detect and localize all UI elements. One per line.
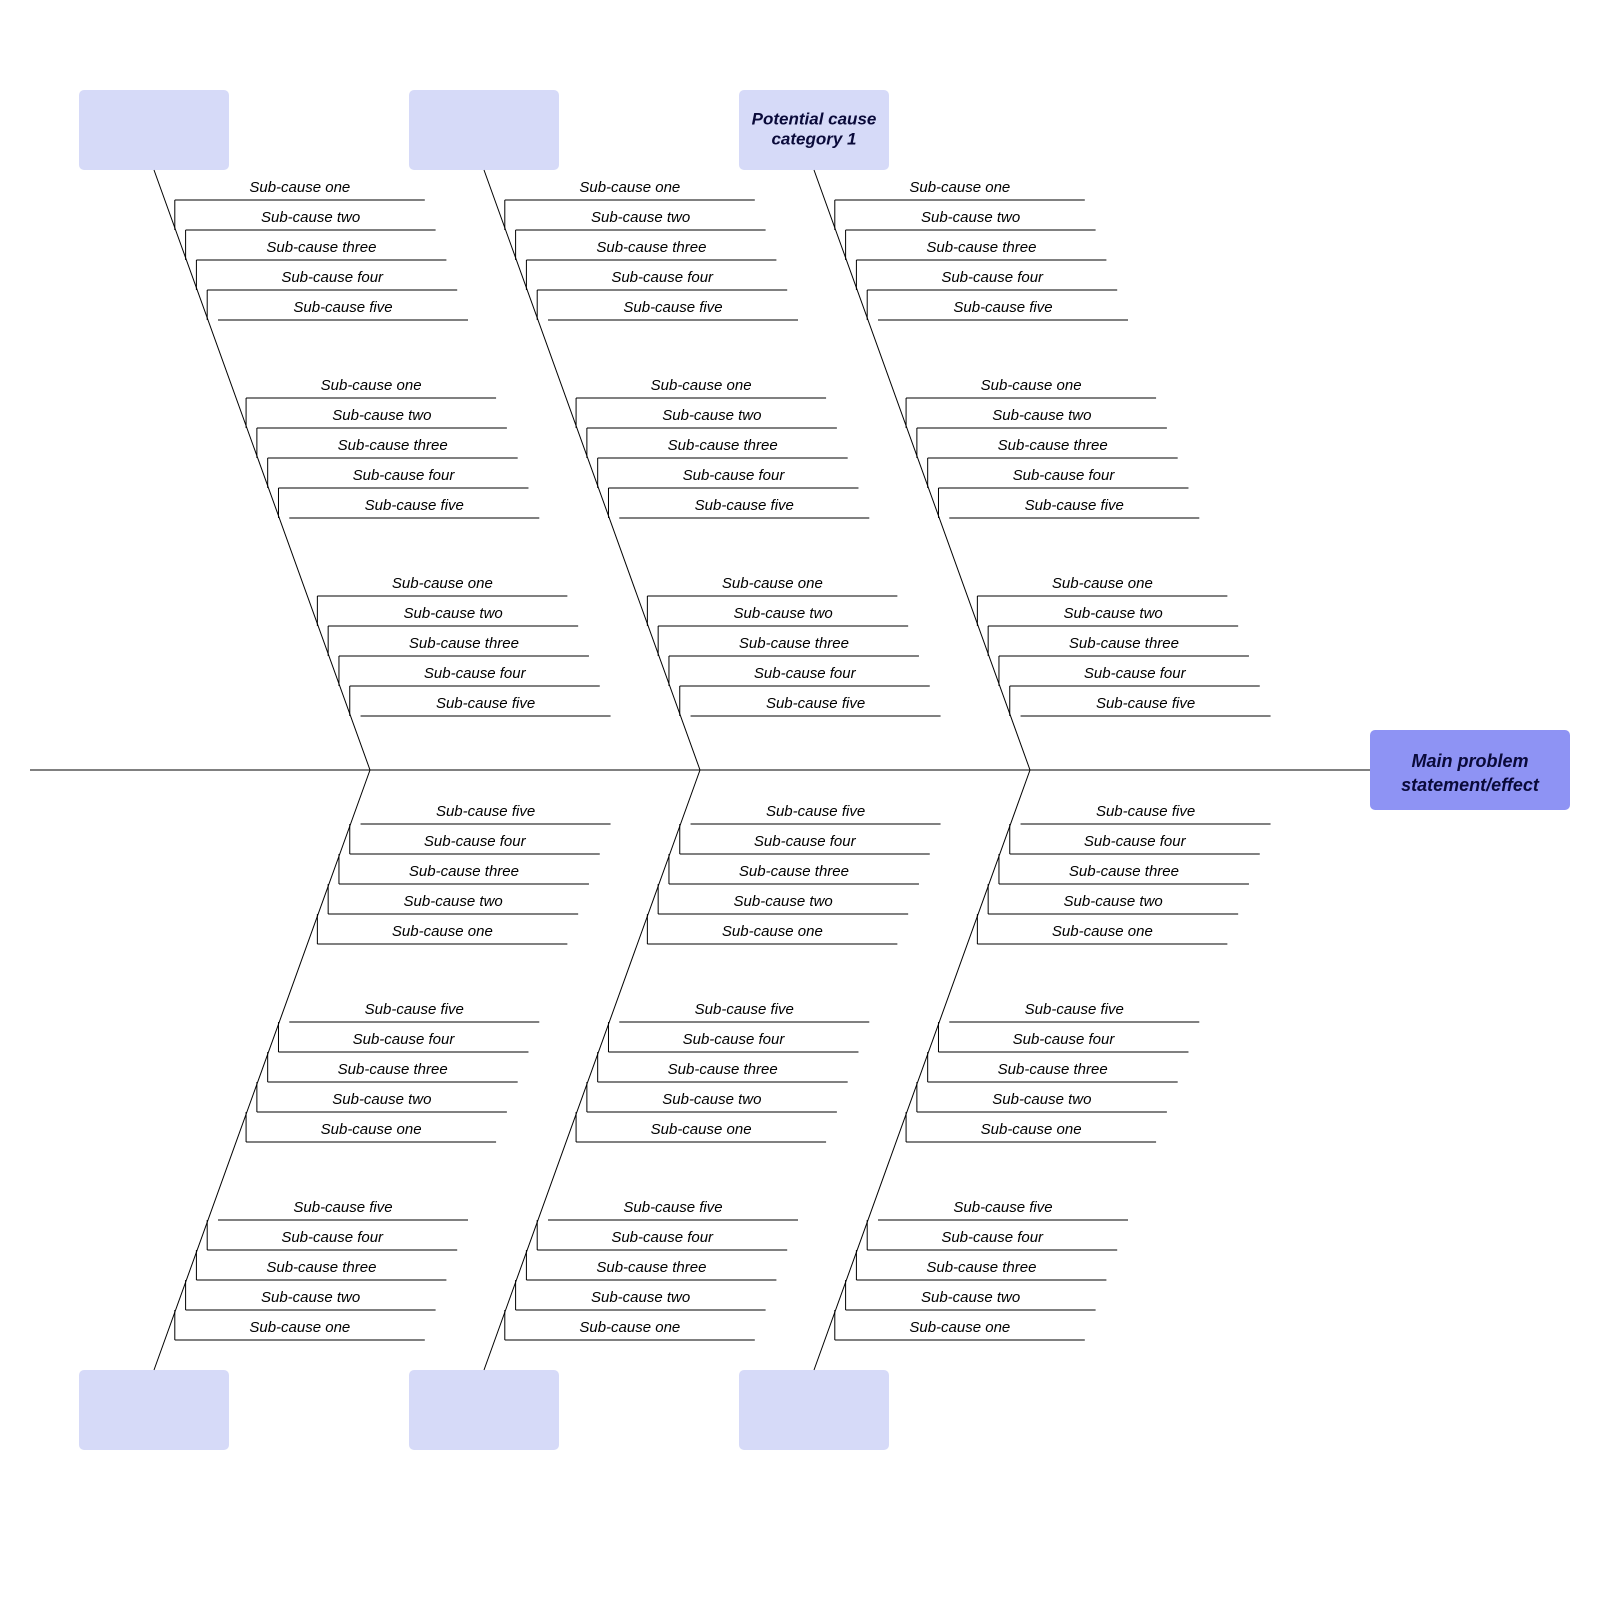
sub-cause-label: Sub-cause four	[424, 833, 527, 850]
sub-cause-label: Sub-cause four	[754, 833, 857, 850]
category-box[interactable]	[409, 1370, 559, 1450]
effect-label-line1: Main problem	[1411, 751, 1528, 771]
sub-cause-label: Sub-cause one	[981, 377, 1082, 394]
sub-cause-label: Sub-cause one	[909, 179, 1010, 196]
sub-cause-label: Sub-cause five	[953, 1199, 1052, 1216]
sub-cause-label: Sub-cause five	[1025, 1001, 1124, 1018]
sub-cause-label: Sub-cause five	[365, 497, 464, 514]
sub-cause-label: Sub-cause three	[926, 1259, 1036, 1276]
sub-cause-label: Sub-cause three	[1069, 635, 1179, 652]
sub-cause-label: Sub-cause five	[623, 299, 722, 316]
sub-cause-label: Sub-cause five	[766, 695, 865, 712]
sub-cause-label: Sub-cause five	[365, 1001, 464, 1018]
sub-cause-label: Sub-cause two	[921, 1289, 1020, 1306]
sub-cause-label: Sub-cause two	[734, 605, 833, 622]
sub-cause-label: Sub-cause one	[722, 575, 823, 592]
sub-cause-label: Sub-cause five	[1025, 497, 1124, 514]
sub-cause-label: Sub-cause three	[338, 1061, 448, 1078]
sub-cause-label: Sub-cause one	[651, 1121, 752, 1138]
sub-cause-label: Sub-cause five	[293, 1199, 392, 1216]
sub-cause-label: Sub-cause two	[591, 1289, 690, 1306]
sub-cause-label: Sub-cause five	[695, 1001, 794, 1018]
sub-cause-label: Sub-cause two	[404, 605, 503, 622]
sub-cause-label: Sub-cause two	[1064, 605, 1163, 622]
category-box[interactable]	[79, 1370, 229, 1450]
sub-cause-label: Sub-cause four	[941, 1229, 1044, 1246]
sub-cause-label: Sub-cause one	[1052, 923, 1153, 940]
sub-cause-label: Sub-cause four	[281, 269, 384, 286]
sub-cause-label: Sub-cause two	[921, 209, 1020, 226]
sub-cause-label: Sub-cause two	[662, 1091, 761, 1108]
sub-cause-label: Sub-cause two	[332, 407, 431, 424]
category-box[interactable]	[409, 90, 559, 170]
sub-cause-label: Sub-cause one	[321, 1121, 422, 1138]
sub-cause-label: Sub-cause two	[332, 1091, 431, 1108]
sub-cause-label: Sub-cause two	[261, 1289, 360, 1306]
sub-cause-label: Sub-cause four	[1084, 833, 1187, 850]
sub-cause-label: Sub-cause two	[992, 407, 1091, 424]
sub-cause-label: Sub-cause one	[392, 923, 493, 940]
sub-cause-label: Sub-cause three	[596, 239, 706, 256]
sub-cause-label: Sub-cause three	[596, 1259, 706, 1276]
category-box[interactable]	[739, 1370, 889, 1450]
category-box[interactable]	[79, 90, 229, 170]
sub-cause-label: Sub-cause one	[1052, 575, 1153, 592]
sub-cause-label: Sub-cause four	[353, 467, 456, 484]
sub-cause-label: Sub-cause five	[1096, 695, 1195, 712]
sub-cause-label: Sub-cause five	[436, 803, 535, 820]
sub-cause-label: Sub-cause four	[683, 467, 786, 484]
sub-cause-label: Sub-cause four	[941, 269, 1044, 286]
sub-cause-label: Sub-cause four	[353, 1031, 456, 1048]
sub-cause-label: Sub-cause three	[998, 1061, 1108, 1078]
effect-label-line2: statement/effect	[1401, 775, 1540, 795]
sub-cause-label: Sub-cause four	[683, 1031, 786, 1048]
sub-cause-label: Sub-cause two	[1064, 893, 1163, 910]
sub-cause-label: Sub-cause five	[766, 803, 865, 820]
sub-cause-label: Sub-cause five	[436, 695, 535, 712]
sub-cause-label: Sub-cause two	[404, 893, 503, 910]
sub-cause-label: Sub-cause five	[1096, 803, 1195, 820]
sub-cause-label: Sub-cause two	[591, 209, 690, 226]
sub-cause-label: Sub-cause two	[992, 1091, 1091, 1108]
sub-cause-label: Sub-cause three	[739, 863, 849, 880]
sub-cause-label: Sub-cause three	[409, 863, 519, 880]
sub-cause-label: Sub-cause three	[409, 635, 519, 652]
sub-cause-label: Sub-cause one	[651, 377, 752, 394]
sub-cause-label: Sub-cause four	[424, 665, 527, 682]
sub-cause-label: Sub-cause three	[338, 437, 448, 454]
sub-cause-label: Sub-cause one	[249, 179, 350, 196]
sub-cause-label: Sub-cause three	[266, 1259, 376, 1276]
sub-cause-label: Sub-cause one	[579, 1319, 680, 1336]
sub-cause-label: Sub-cause three	[739, 635, 849, 652]
sub-cause-label: Sub-cause one	[579, 179, 680, 196]
category-label: category 1	[771, 129, 856, 148]
sub-cause-label: Sub-cause four	[1013, 467, 1116, 484]
sub-cause-label: Sub-cause five	[293, 299, 392, 316]
category-label: Potential cause	[752, 109, 877, 128]
sub-cause-label: Sub-cause four	[611, 1229, 714, 1246]
sub-cause-label: Sub-cause three	[668, 437, 778, 454]
sub-cause-label: Sub-cause three	[1069, 863, 1179, 880]
sub-cause-label: Sub-cause three	[926, 239, 1036, 256]
sub-cause-label: Sub-cause four	[281, 1229, 384, 1246]
sub-cause-label: Sub-cause five	[695, 497, 794, 514]
sub-cause-label: Sub-cause one	[981, 1121, 1082, 1138]
sub-cause-label: Sub-cause two	[734, 893, 833, 910]
sub-cause-label: Sub-cause one	[249, 1319, 350, 1336]
sub-cause-label: Sub-cause two	[261, 209, 360, 226]
sub-cause-label: Sub-cause three	[998, 437, 1108, 454]
sub-cause-label: Sub-cause three	[266, 239, 376, 256]
sub-cause-label: Sub-cause five	[953, 299, 1052, 316]
sub-cause-label: Sub-cause four	[1013, 1031, 1116, 1048]
sub-cause-label: Sub-cause four	[754, 665, 857, 682]
sub-cause-label: Sub-cause five	[623, 1199, 722, 1216]
sub-cause-label: Sub-cause four	[1084, 665, 1187, 682]
sub-cause-label: Sub-cause three	[668, 1061, 778, 1078]
sub-cause-label: Sub-cause four	[611, 269, 714, 286]
sub-cause-label: Sub-cause one	[722, 923, 823, 940]
sub-cause-label: Sub-cause two	[662, 407, 761, 424]
sub-cause-label: Sub-cause one	[321, 377, 422, 394]
sub-cause-label: Sub-cause one	[909, 1319, 1010, 1336]
sub-cause-label: Sub-cause one	[392, 575, 493, 592]
